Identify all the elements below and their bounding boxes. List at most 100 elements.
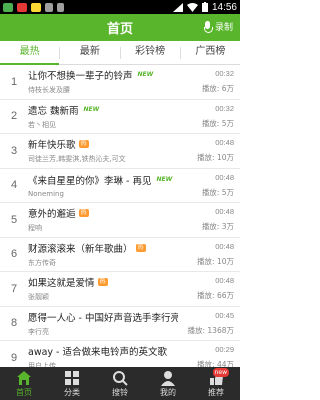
grid-icon [65,371,79,385]
record-button[interactable]: 录制 [203,20,233,33]
hot-badge: 热 [78,209,89,218]
song-meta: 00:48 播放: 10万 [178,138,240,163]
song-duration: 00:48 [215,207,234,217]
list-item[interactable]: 8 愿得一人心 - 中国好声音选手李行亮热 李行亮 00:45 播放: 1368… [0,307,240,341]
song-title: 让你不想换一辈子的铃声 [28,71,133,83]
song-title: 财源滚滚来（新年歌曲） [28,243,133,255]
song-title: 新年快乐歌 [28,140,76,152]
new-badge: new [212,368,229,377]
nav-search-label: 搜铃 [112,388,128,397]
app-header: 首页 录制 [0,14,240,41]
nav-category[interactable]: 分类 [48,367,96,400]
song-meta: 00:48 播放: 10万 [178,242,240,267]
rank-number: 7 [10,282,18,295]
list-item[interactable]: 7 如果这就是爱情热 张靓颖 00:48 播放: 66万 [0,272,240,307]
list-item[interactable]: 6 财源滚滚来（新年歌曲）热 东方传奇 00:48 播放: 10万 [0,238,240,272]
user-icon [161,371,175,386]
song-title: 遗忘 魏新雨 [28,105,79,117]
song-duration: 00:48 [215,241,234,251]
play-count: 播放: 5万 [201,118,234,128]
song-artist: 李行亮 [28,327,49,336]
nav-recommend[interactable]: 推荐 new [192,367,240,400]
song-duration: 00:48 [215,172,234,182]
song-info: 《来自星星的你》李琳 - 再见 NEW Noneming [28,173,178,198]
microphone-icon [203,20,213,33]
tab-guangxi-chart[interactable]: 广西榜 [181,41,240,64]
play-count: 播放: 66万 [197,291,234,301]
song-duration: 00:48 [215,276,234,286]
list-item[interactable]: 5 意外的邂逅热 程响 00:48 播放: 3万 [0,203,240,238]
hot-badge: 热 [135,243,146,252]
rank-number: 6 [10,248,18,261]
song-artist: 若丶相见 [28,120,56,129]
list-item[interactable]: 3 新年快乐歌热 司徒兰芳,韩雯淇,铁热沁夫,可文 00:48 播放: 10万 [0,134,240,169]
song-info: 意外的邂逅热 程响 [28,206,178,233]
list-item[interactable]: 2 遗忘 魏新雨 NEW 若丶相见 00:32 播放: 5万 [0,100,240,134]
song-artist: 侍枝长发及腰 [28,86,70,95]
play-count: 播放: 1368万 [187,325,235,335]
play-count: 播放: 10万 [197,256,234,266]
song-artist: 司徒兰芳,韩雯淇,铁热沁夫,可文 [28,155,126,164]
play-count: 播放: 10万 [197,153,234,163]
nav-recommend-label: 推荐 [208,388,224,397]
song-meta: 00:48 播放: 66万 [178,276,240,301]
wifi-icon [186,2,198,12]
nav-mine[interactable]: 我的 [144,367,192,400]
rank-number: 5 [10,213,18,226]
song-meta: 00:32 播放: 5万 [178,104,240,129]
list-item[interactable]: 4 《来自星星的你》李琳 - 再见 NEW Noneming 00:48 播放: … [0,169,240,203]
rank-number: 9 [10,351,18,364]
hot-badge: 热 [97,278,108,287]
song-duration: 00:48 [215,138,234,148]
app-notification-icon [31,2,41,12]
song-meta: 00:32 播放: 6万 [178,69,240,94]
rank-number: 8 [10,317,18,330]
song-meta: 00:48 播放: 5万 [178,173,240,198]
tab-hottest[interactable]: 最热 [0,41,60,65]
nav-mine-label: 我的 [160,388,176,397]
rank-number: 3 [10,144,18,157]
ringtone-list: 1 让你不想换一辈子的铃声 NEW 侍枝长发及腰 00:32 播放: 6万 2 遗… [0,65,240,367]
song-info: 愿得一人心 - 中国好声音选手李行亮热 李行亮 [28,310,178,337]
record-label: 录制 [214,23,233,33]
new-badge: NEW [83,105,100,113]
nav-category-label: 分类 [64,388,80,397]
song-title: 愿得一人心 - 中国好声音选手李行亮 [28,312,178,324]
song-info: 遗忘 魏新雨 NEW 若丶相见 [28,103,178,130]
app-notification-icon [17,2,27,12]
song-meta: 00:48 播放: 3万 [178,207,240,232]
list-item[interactable]: 1 让你不想换一辈子的铃声 NEW 侍枝长发及腰 00:32 播放: 6万 [0,65,240,100]
play-count: 播放: 6万 [201,84,234,94]
play-count: 播放: 5万 [201,187,234,197]
app-notification-icon [3,2,13,12]
signal-icon [172,2,183,12]
song-info: away - 适合做来电铃声的英文歌 用户上传 [28,344,178,367]
song-title: 意外的邂逅 [28,209,76,221]
play-count: 播放: 3万 [201,222,234,232]
song-info: 如果这就是爱情热 张靓颖 [28,275,178,302]
song-artist: Noneming [28,189,64,198]
nav-home-label: 首页 [16,388,32,397]
song-title: 《来自星星的你》李琳 - 再见 [28,175,152,187]
nav-home[interactable]: 首页 [0,367,48,400]
tab-newest[interactable]: 最新 [60,41,119,64]
search-icon [113,371,128,386]
rank-number: 1 [10,75,18,88]
new-badge: NEW [156,175,173,183]
list-item[interactable]: 9 away - 适合做来电铃声的英文歌 用户上传 00:29 播放: 44万 [0,341,240,367]
new-badge: NEW [137,71,154,79]
nav-search[interactable]: 搜铃 [96,367,144,400]
song-title: 如果这就是爱情 [28,278,95,290]
song-artist: 东方传奇 [28,258,56,267]
song-info: 新年快乐歌热 司徒兰芳,韩雯淇,铁热沁夫,可文 [28,137,178,164]
clock: 14:56 [211,1,237,13]
song-duration: 00:29 [215,345,234,355]
android-icon [45,2,53,12]
notification-icons [3,2,64,12]
song-duration: 00:32 [215,103,234,113]
play-count: 播放: 44万 [197,360,234,367]
song-info: 让你不想换一辈子的铃声 NEW 侍枝长发及腰 [28,68,178,95]
page-title: 首页 [106,22,133,37]
tab-ringback-chart[interactable]: 彩铃榜 [121,41,180,64]
tab-bar: 最热 最新 彩铃榜 广西榜 [0,41,240,65]
